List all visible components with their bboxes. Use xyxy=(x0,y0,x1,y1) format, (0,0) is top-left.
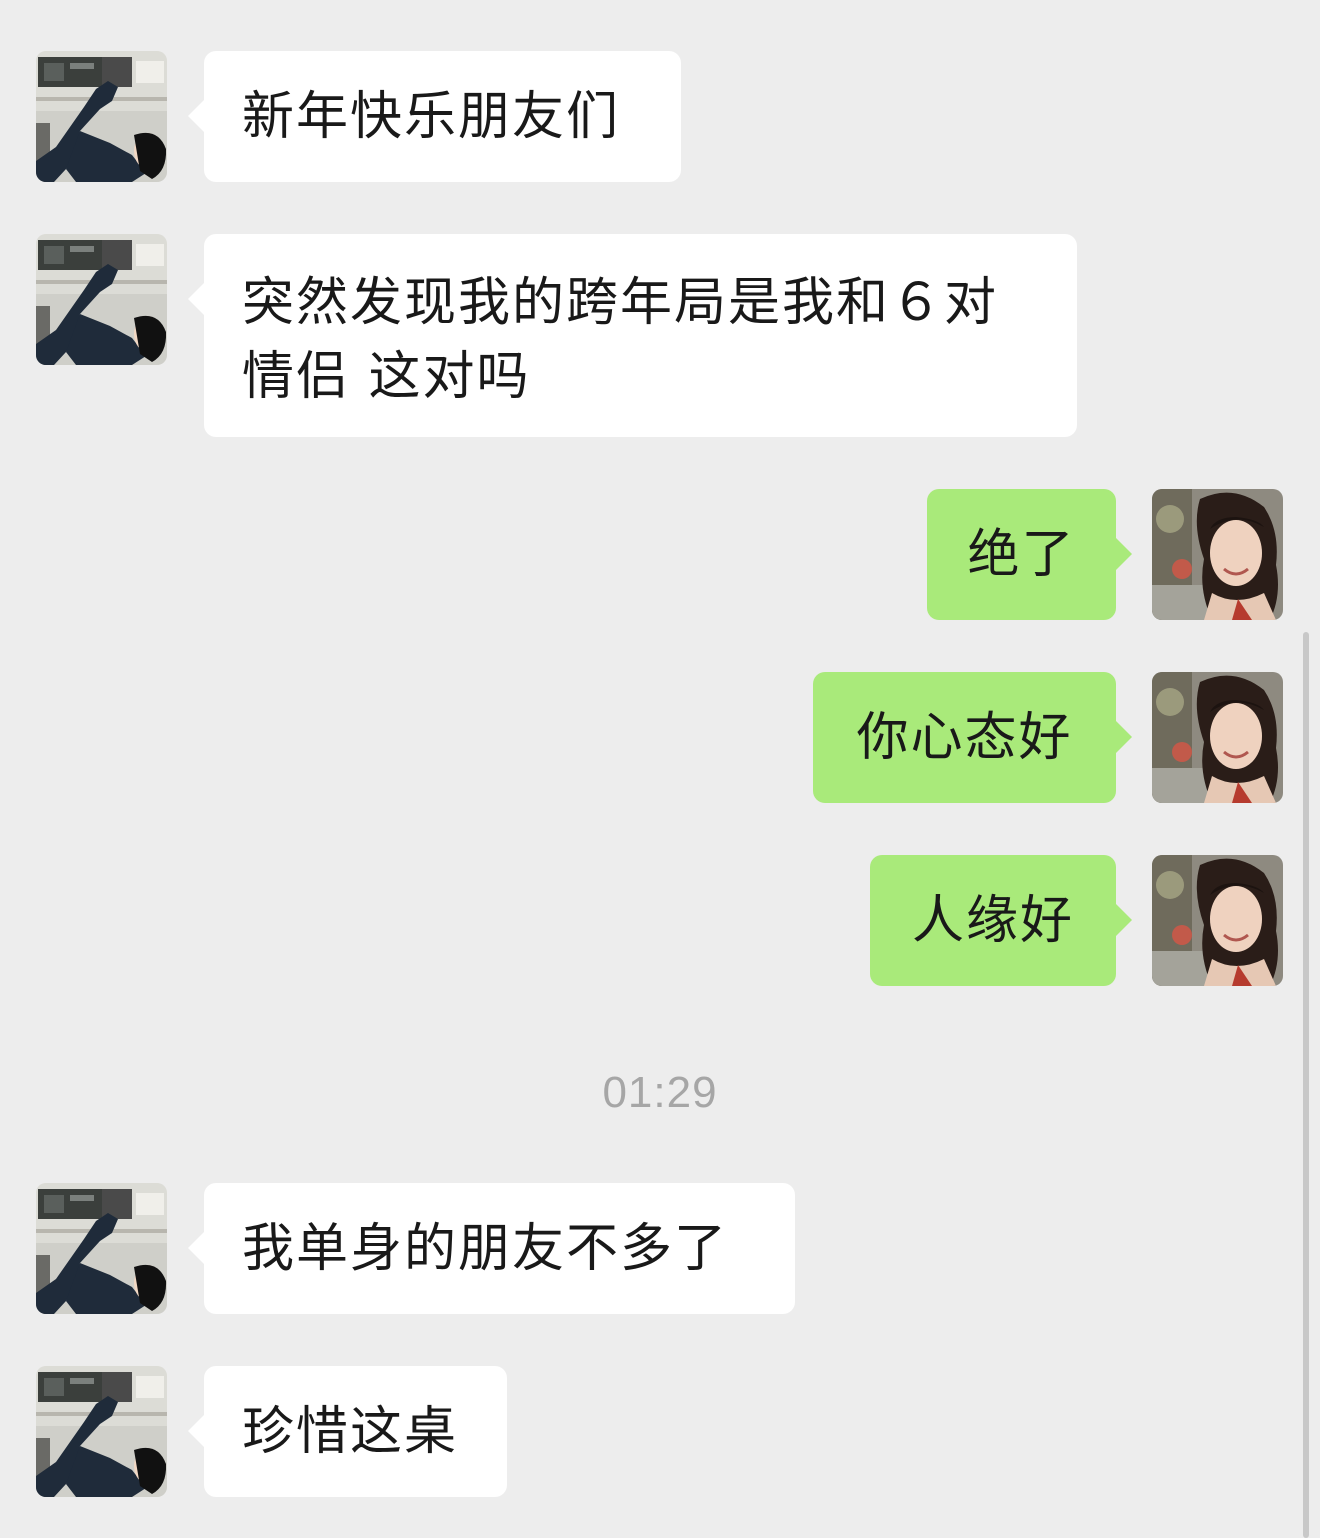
message-bubble-incoming[interactable]: 珍惜这桌 xyxy=(188,1366,507,1497)
friend-avatar[interactable] xyxy=(36,234,167,365)
message-text: 你心态好 xyxy=(856,708,1073,768)
message-bubble-incoming[interactable]: 新年快乐朋友们 xyxy=(188,51,681,182)
message-text: 人缘好 xyxy=(911,891,1074,951)
message-bubble-outgoing[interactable]: 你心态好 xyxy=(813,672,1132,803)
scrollbar[interactable] xyxy=(1303,632,1309,1538)
message-bubble-incoming[interactable]: 我单身的朋友不多了 xyxy=(188,1183,795,1314)
friend-avatar[interactable] xyxy=(36,1183,167,1314)
message-bubble-outgoing[interactable]: 绝了 xyxy=(927,489,1132,620)
my-avatar[interactable] xyxy=(1152,672,1283,803)
friend-avatar[interactable] xyxy=(36,51,167,182)
message-text: 突然发现我的跨年局是我和６对情侣 这对吗 xyxy=(242,273,999,407)
message-bubble-outgoing[interactable]: 人缘好 xyxy=(870,855,1132,986)
message-text: 珍惜这桌 xyxy=(242,1402,459,1462)
message-text: 新年快乐朋友们 xyxy=(242,87,621,147)
message-text: 我单身的朋友不多了 xyxy=(242,1219,729,1279)
friend-avatar[interactable] xyxy=(36,1366,167,1497)
message-timestamp: 01:29 xyxy=(602,1068,718,1117)
message-bubble-incoming[interactable]: 突然发现我的跨年局是我和６对情侣 这对吗 xyxy=(188,234,1077,437)
my-avatar[interactable] xyxy=(1152,489,1283,620)
message-text: 绝了 xyxy=(967,525,1076,585)
my-avatar[interactable] xyxy=(1152,855,1283,986)
chat-message-list[interactable]: 新年快乐朋友们 突然发现我的跨年局是我和６对情侣 这对吗 绝了 你心态好 人缘好… xyxy=(0,0,1320,1538)
